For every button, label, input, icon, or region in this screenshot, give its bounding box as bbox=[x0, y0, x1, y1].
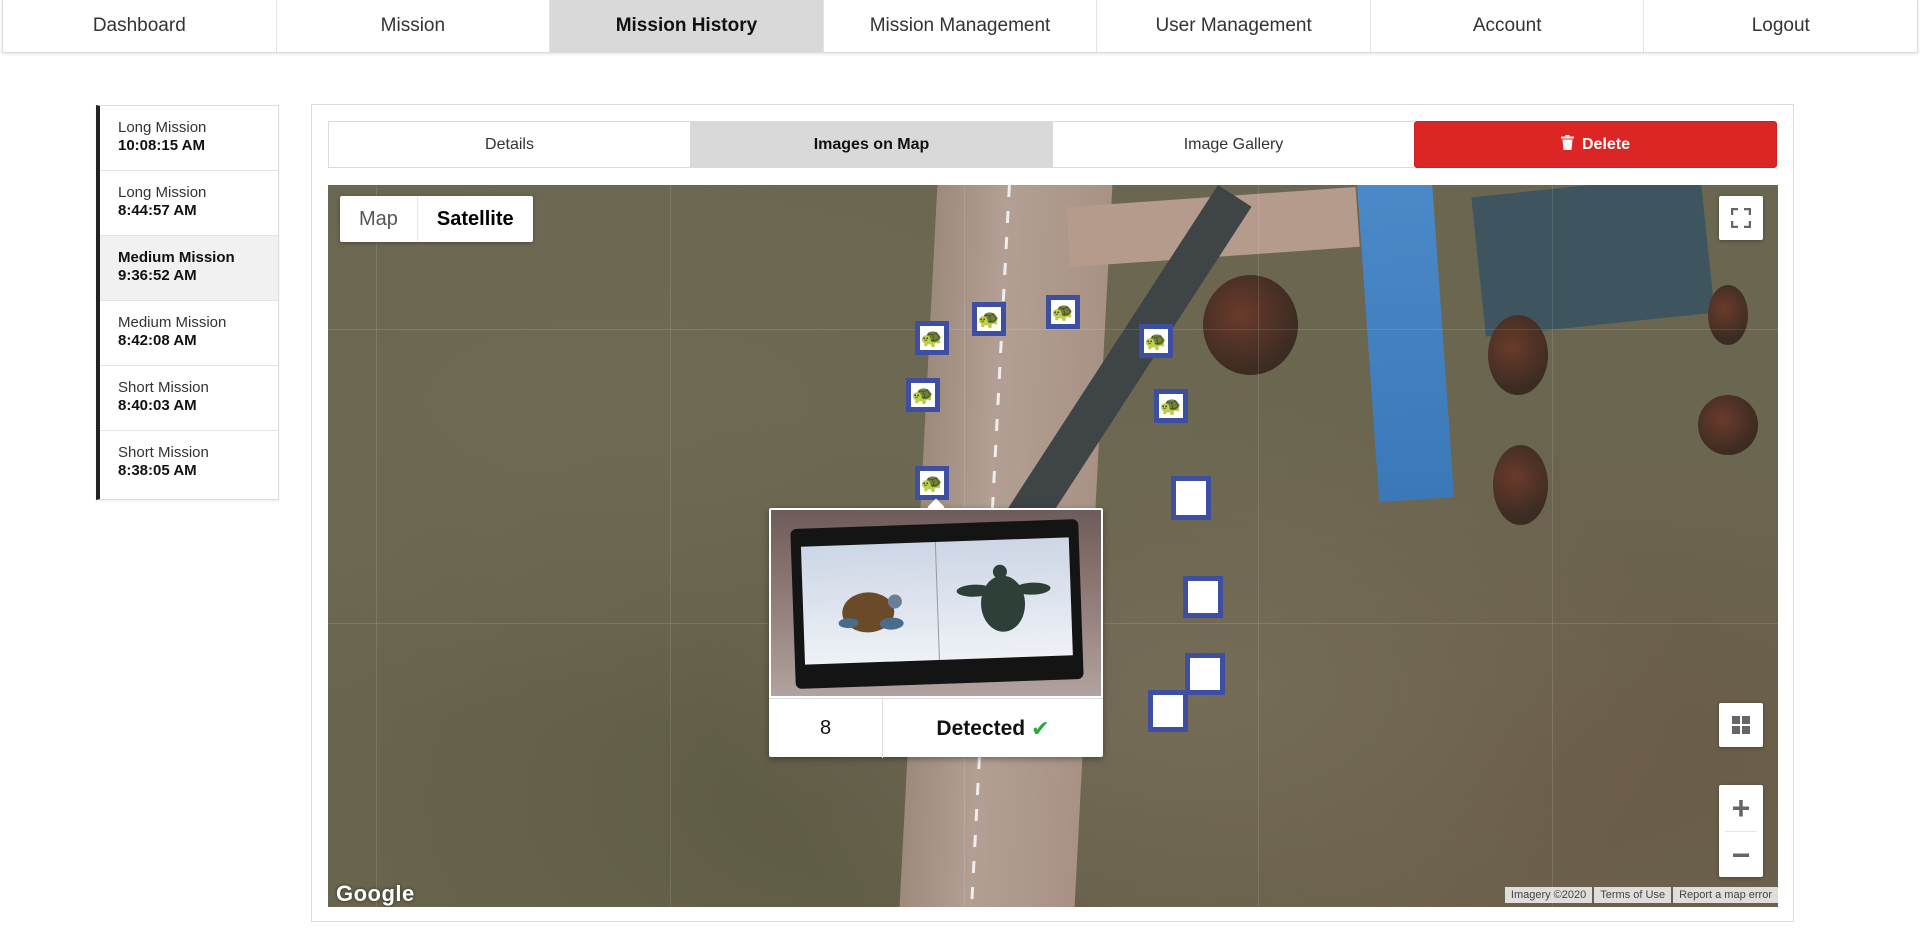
image-marker[interactable] bbox=[1148, 690, 1188, 732]
map-gridline bbox=[376, 185, 377, 907]
zoom-control: + − bbox=[1719, 785, 1763, 877]
nav-mission-history[interactable]: Mission History bbox=[550, 0, 824, 52]
map-pool bbox=[1356, 185, 1455, 503]
report-map-error-link[interactable]: Report a map error bbox=[1673, 887, 1778, 903]
tab-images-on-map[interactable]: Images on Map bbox=[690, 121, 1052, 168]
mission-list-item[interactable]: Medium Mission 8:42:08 AM bbox=[100, 301, 278, 366]
turtle-left-image bbox=[838, 592, 904, 633]
detection-status: Detected ✔ bbox=[883, 699, 1103, 758]
fullscreen-button[interactable] bbox=[1719, 196, 1763, 240]
map-gridline bbox=[1258, 185, 1259, 907]
map-tree bbox=[1698, 395, 1758, 455]
mission-name: Medium Mission bbox=[118, 249, 235, 266]
infowindow-footer: 8 Detected ✔ bbox=[769, 698, 1103, 758]
tab-image-gallery[interactable]: Image Gallery bbox=[1052, 121, 1414, 168]
map-tree bbox=[1708, 285, 1748, 345]
map-gridline bbox=[1552, 185, 1553, 907]
map-gridline bbox=[328, 329, 1778, 330]
image-marker[interactable] bbox=[1185, 653, 1225, 695]
map-tree bbox=[1493, 445, 1548, 525]
mission-name: Short Mission bbox=[118, 444, 209, 461]
mission-name: Short Mission bbox=[118, 379, 209, 396]
mission-list-item[interactable]: Short Mission 8:40:03 AM bbox=[100, 366, 278, 431]
map-court bbox=[1471, 185, 1715, 337]
mission-list-item[interactable]: Long Mission 8:44:57 AM bbox=[100, 171, 278, 236]
imagery-credit: Imagery ©2020 bbox=[1504, 887, 1593, 903]
map-gridline bbox=[670, 185, 671, 907]
zoom-out-button[interactable]: − bbox=[1719, 832, 1763, 878]
satellite-map[interactable]: 🐢 🐢 🐢 🐢 🐢 🐢 🐢 8 Detected ✔ Map Satellite… bbox=[328, 185, 1778, 907]
trash-icon bbox=[1560, 135, 1574, 154]
tablet-image bbox=[790, 519, 1084, 689]
turtle-icon: 🐢 bbox=[1159, 395, 1183, 416]
map-type-control: Map Satellite bbox=[340, 196, 533, 242]
nav-account[interactable]: Account bbox=[1371, 0, 1645, 52]
check-icon: ✔ bbox=[1031, 715, 1050, 741]
map-type-satellite-button[interactable]: Satellite bbox=[416, 196, 533, 242]
turtle-icon: 🐢 bbox=[920, 327, 944, 348]
grid-icon bbox=[1732, 716, 1750, 734]
terms-of-use-link[interactable]: Terms of Use bbox=[1594, 887, 1672, 903]
image-marker[interactable] bbox=[1183, 576, 1223, 618]
google-logo: Google bbox=[336, 881, 415, 906]
turtle-marker[interactable]: 🐢 bbox=[1046, 295, 1080, 329]
turtle-icon: 🐢 bbox=[911, 384, 935, 405]
delete-label: Delete bbox=[1581, 135, 1631, 153]
map-attribution: Imagery ©2020 Terms of Use Report a map … bbox=[1503, 887, 1778, 903]
mission-time: 8:40:03 AM bbox=[118, 397, 197, 414]
turtle-icon: 🐢 bbox=[920, 472, 944, 493]
map-tree bbox=[1488, 315, 1548, 395]
nav-mission-management[interactable]: Mission Management bbox=[824, 0, 1098, 52]
turtle-icon: 🐢 bbox=[977, 308, 1001, 329]
tablet-screen bbox=[800, 537, 1073, 665]
mission-tabs: Details Images on Map Image Gallery Dele… bbox=[328, 121, 1777, 168]
nav-dashboard[interactable]: Dashboard bbox=[3, 0, 277, 52]
delete-button[interactable]: Delete bbox=[1414, 121, 1777, 168]
capture-image bbox=[771, 510, 1101, 696]
mission-time: 8:42:08 AM bbox=[118, 332, 197, 349]
turtle-right-image bbox=[956, 564, 1051, 632]
mission-list-item[interactable]: Long Mission 10:08:15 AM bbox=[100, 106, 278, 171]
turtle-marker[interactable]: 🐢 bbox=[915, 321, 949, 355]
zoom-in-button[interactable]: + bbox=[1719, 785, 1763, 831]
mission-name: Long Mission bbox=[118, 184, 207, 201]
turtle-marker[interactable]: 🐢 bbox=[1154, 389, 1188, 423]
image-marker[interactable] bbox=[1171, 476, 1211, 520]
nav-logout[interactable]: Logout bbox=[1644, 0, 1917, 52]
detection-status-label: Detected bbox=[936, 716, 1026, 740]
mission-time: 9:36:52 AM bbox=[118, 267, 197, 284]
fullscreen-icon bbox=[1731, 208, 1751, 228]
mission-time: 8:38:05 AM bbox=[118, 462, 197, 479]
map-tree bbox=[1203, 275, 1298, 375]
mission-time: 8:44:57 AM bbox=[118, 202, 197, 219]
top-nav: Dashboard Mission Mission History Missio… bbox=[2, 0, 1918, 53]
mission-list-item[interactable]: Short Mission 8:38:05 AM bbox=[100, 431, 278, 496]
mission-name: Long Mission bbox=[118, 119, 207, 136]
detection-count: 8 bbox=[769, 699, 883, 758]
map-type-map-button[interactable]: Map bbox=[340, 196, 417, 242]
turtle-marker[interactable]: 🐢 bbox=[915, 466, 949, 500]
tab-details[interactable]: Details bbox=[328, 121, 690, 168]
nav-user-management[interactable]: User Management bbox=[1097, 0, 1371, 52]
turtle-icon: 🐢 bbox=[1051, 301, 1075, 322]
image-infowindow[interactable]: 8 Detected ✔ bbox=[769, 508, 1103, 758]
turtle-marker[interactable]: 🐢 bbox=[1139, 324, 1173, 358]
mission-list-item-selected[interactable]: Medium Mission 9:36:52 AM bbox=[100, 236, 278, 301]
mission-name: Medium Mission bbox=[118, 314, 227, 331]
turtle-marker[interactable]: 🐢 bbox=[972, 302, 1006, 336]
mission-time: 10:08:15 AM bbox=[118, 137, 205, 154]
mission-detail-panel: Details Images on Map Image Gallery Dele… bbox=[311, 104, 1794, 922]
layers-button[interactable] bbox=[1719, 703, 1763, 747]
turtle-marker[interactable]: 🐢 bbox=[906, 378, 940, 412]
nav-mission[interactable]: Mission bbox=[277, 0, 551, 52]
turtle-icon: 🐢 bbox=[1144, 330, 1168, 351]
mission-list: Long Mission 10:08:15 AM Long Mission 8:… bbox=[96, 105, 279, 500]
